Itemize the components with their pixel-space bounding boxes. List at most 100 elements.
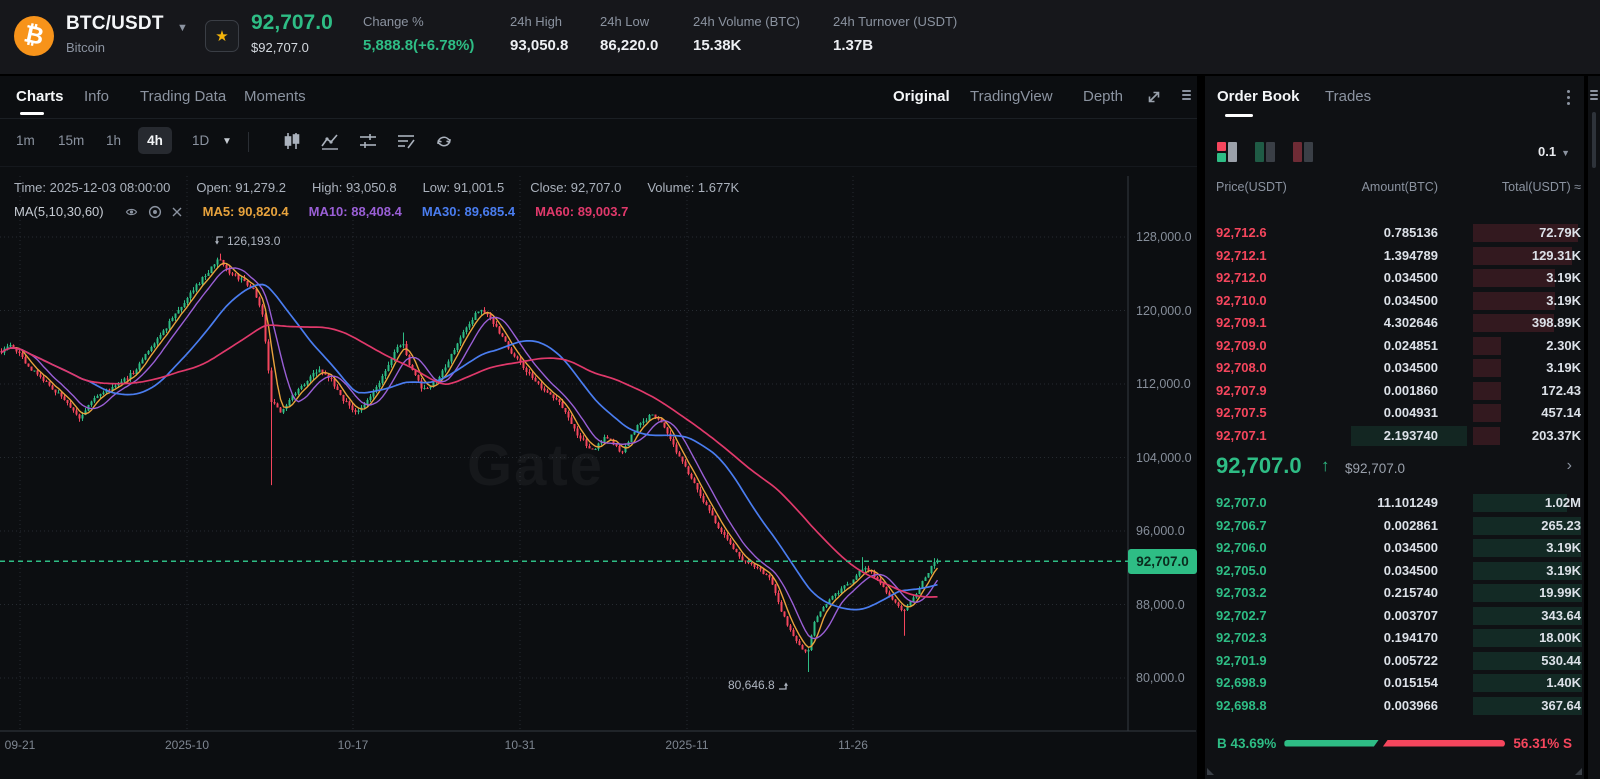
ask-row[interactable]: 92,707.5 0.004931 457.14	[1205, 402, 1584, 425]
price-cell: 92,706.7	[1216, 517, 1267, 533]
bid-row[interactable]: 92,703.2 0.215740 19.99K	[1205, 582, 1584, 605]
visibility-icon[interactable]	[124, 206, 139, 218]
scrollbar-thumb[interactable]	[1592, 112, 1596, 168]
total-cell: 367.64	[1541, 697, 1581, 713]
book-view-bids-icon[interactable]	[1293, 142, 1317, 162]
ask-row[interactable]: 92,712.1 1.394789 129.31K	[1205, 245, 1584, 268]
reset-view-icon[interactable]	[434, 131, 454, 151]
precision-caret-icon: ▼	[1561, 148, 1570, 158]
bids-list: 92,707.0 11.101249 1.02M 92,706.7 0.002861 26…	[1205, 492, 1584, 717]
timeframe-1d[interactable]: 1D	[192, 133, 209, 148]
ma-value: MA30: 89,685.4	[421, 204, 516, 219]
price-cell: 92,712.0	[1216, 270, 1267, 285]
tab-order-book[interactable]: Order Book	[1217, 88, 1300, 105]
timeframe-4h[interactable]: 4h	[138, 127, 172, 154]
chart-settings-icon[interactable]	[358, 131, 378, 151]
tab-moments[interactable]: Moments	[244, 88, 306, 105]
precision-select[interactable]: 0.1 ▼	[1538, 144, 1570, 159]
price-up-arrow-icon: ↑	[1321, 456, 1330, 475]
timeframe-1m[interactable]: 1m	[16, 133, 35, 148]
ask-row[interactable]: 92,712.6 0.785136 72.79K	[1205, 222, 1584, 245]
amount-cell: 0.005722	[1383, 652, 1438, 668]
pair-title[interactable]: BTC/USDT	[66, 13, 164, 35]
total-cell: 1.02M	[1544, 495, 1581, 510]
tab-charts[interactable]: Charts	[16, 88, 64, 105]
stat-value: 93,050.8	[510, 37, 569, 54]
favorite-button[interactable]: ★	[205, 20, 239, 52]
amount-cell: 0.015154	[1383, 675, 1438, 690]
x-axis-label: 09-21	[4, 738, 36, 752]
book-view-toggles	[1217, 142, 1317, 162]
pair-name: Bitcoin	[66, 40, 106, 55]
total-cell: 72.79K	[1539, 225, 1581, 240]
y-axis-label: 128,000.0	[1136, 230, 1192, 244]
book-view-asks-icon[interactable]	[1255, 142, 1279, 162]
indicator-settings-icon[interactable]	[148, 205, 162, 219]
more-chevron-icon[interactable]: ›	[1567, 457, 1572, 475]
amount-cell: 0.024851	[1383, 337, 1438, 353]
exchange-watermark: Gate	[467, 433, 604, 498]
amount-cell: 0.215740	[1383, 585, 1438, 600]
sell-ratio-value: 56.31%	[1513, 735, 1560, 751]
tab-info[interactable]: Info	[84, 88, 109, 105]
ask-row[interactable]: 92,712.0 0.034500 3.19K	[1205, 267, 1584, 290]
bid-row[interactable]: 92,706.0 0.034500 3.19K	[1205, 537, 1584, 560]
chart-toolbar: 1m 15m 1h 4h 1D ▼	[0, 119, 1197, 167]
view-tab-depth[interactable]: Depth	[1083, 88, 1123, 105]
ask-row[interactable]: 92,708.0 0.034500 3.19K	[1205, 357, 1584, 380]
y-axis-label: 120,000.0	[1136, 303, 1192, 318]
view-tab-original[interactable]: Original	[893, 88, 950, 105]
tab-trades[interactable]: Trades	[1325, 88, 1371, 105]
view-tab-tradingview[interactable]: TradingView	[970, 88, 1053, 105]
total-cell: 2.30K	[1546, 337, 1581, 353]
total-cell: 19.99K	[1539, 585, 1581, 600]
ask-row[interactable]: 92,709.1 4.302646 398.89K	[1205, 312, 1584, 335]
tab-trading-data[interactable]: Trading Data	[140, 88, 226, 105]
stat-label: 24h High	[510, 14, 563, 29]
buy-ratio-value: 43.69%	[1230, 735, 1277, 751]
pair-dropdown-caret-icon[interactable]: ▼	[177, 22, 188, 34]
price-cell: 92,707.0	[1216, 495, 1267, 510]
ask-row[interactable]: 92,707.1 2.193740 203.37K	[1205, 425, 1584, 448]
resize-handle-left-icon[interactable]	[1207, 768, 1214, 775]
candlestick-chart[interactable]: Gate 128,000.0 120,000.0 112,000.0 104,000.…	[0, 176, 1197, 776]
col-total: Total(USDT) ≈	[1501, 180, 1581, 194]
bid-row[interactable]: 92,705.0 0.034500 3.19K	[1205, 560, 1584, 583]
timeframe-1h[interactable]: 1h	[106, 133, 121, 148]
chart-panel: Charts Info Trading Data Moments Original Tr…	[0, 76, 1197, 779]
stat-label: Change %	[363, 14, 424, 29]
ask-row[interactable]: 92,709.0 0.024851 2.30K	[1205, 335, 1584, 358]
bid-row[interactable]: 92,706.7 0.002861 265.23	[1205, 515, 1584, 538]
ask-row[interactable]: 92,707.9 0.001860 172.43	[1205, 380, 1584, 403]
precision-value: 0.1	[1538, 144, 1557, 159]
total-cell: 3.19K	[1546, 360, 1581, 375]
bid-row[interactable]: 92,698.8 0.003966 367.64	[1205, 695, 1584, 718]
panel-grip-icon[interactable]	[1182, 90, 1191, 100]
depth-bar	[1473, 291, 1556, 310]
buy-sell-ratio: B 43.69% 56.31% S	[1217, 734, 1572, 752]
amount-cell: 0.003707	[1383, 607, 1438, 623]
bid-row[interactable]: 92,701.9 0.005722 530.44	[1205, 650, 1584, 673]
sell-ratio-label: S	[1562, 735, 1572, 751]
timeframe-dropdown-caret-icon[interactable]: ▼	[222, 136, 232, 147]
order-lines-icon[interactable]	[396, 131, 416, 151]
legend-low: Low: 91,001.5	[422, 180, 505, 195]
resize-handle-right-icon[interactable]	[1575, 768, 1582, 775]
indicators-icon[interactable]	[320, 131, 340, 151]
ask-row[interactable]: 92,710.0 0.034500 3.19K	[1205, 290, 1584, 313]
bid-row[interactable]: 92,702.7 0.003707 343.64	[1205, 605, 1584, 628]
order-book-menu-icon[interactable]	[1567, 90, 1570, 105]
collapse-grip-icon[interactable]	[1590, 90, 1598, 100]
candlestick-style-icon[interactable]	[282, 131, 302, 151]
trading-app: ₿ BTC/USDT ▼ Bitcoin ★ 92,707.0 $92,707.…	[0, 0, 1600, 779]
close-indicator-icon[interactable]	[171, 206, 183, 218]
bid-row[interactable]: 92,702.3 0.194170 18.00K	[1205, 627, 1584, 650]
timeframe-15m[interactable]: 15m	[58, 133, 84, 148]
bid-row[interactable]: 92,698.9 0.015154 1.40K	[1205, 672, 1584, 695]
ma-group-label: MA(5,10,30,60)	[14, 204, 104, 219]
bid-row[interactable]: 92,707.0 11.101249 1.02M	[1205, 492, 1584, 515]
book-view-both-icon[interactable]	[1217, 142, 1241, 162]
fullscreen-icon[interactable]	[1146, 89, 1162, 105]
total-cell: 398.89K	[1531, 315, 1581, 330]
total-cell: 343.64	[1541, 607, 1581, 623]
